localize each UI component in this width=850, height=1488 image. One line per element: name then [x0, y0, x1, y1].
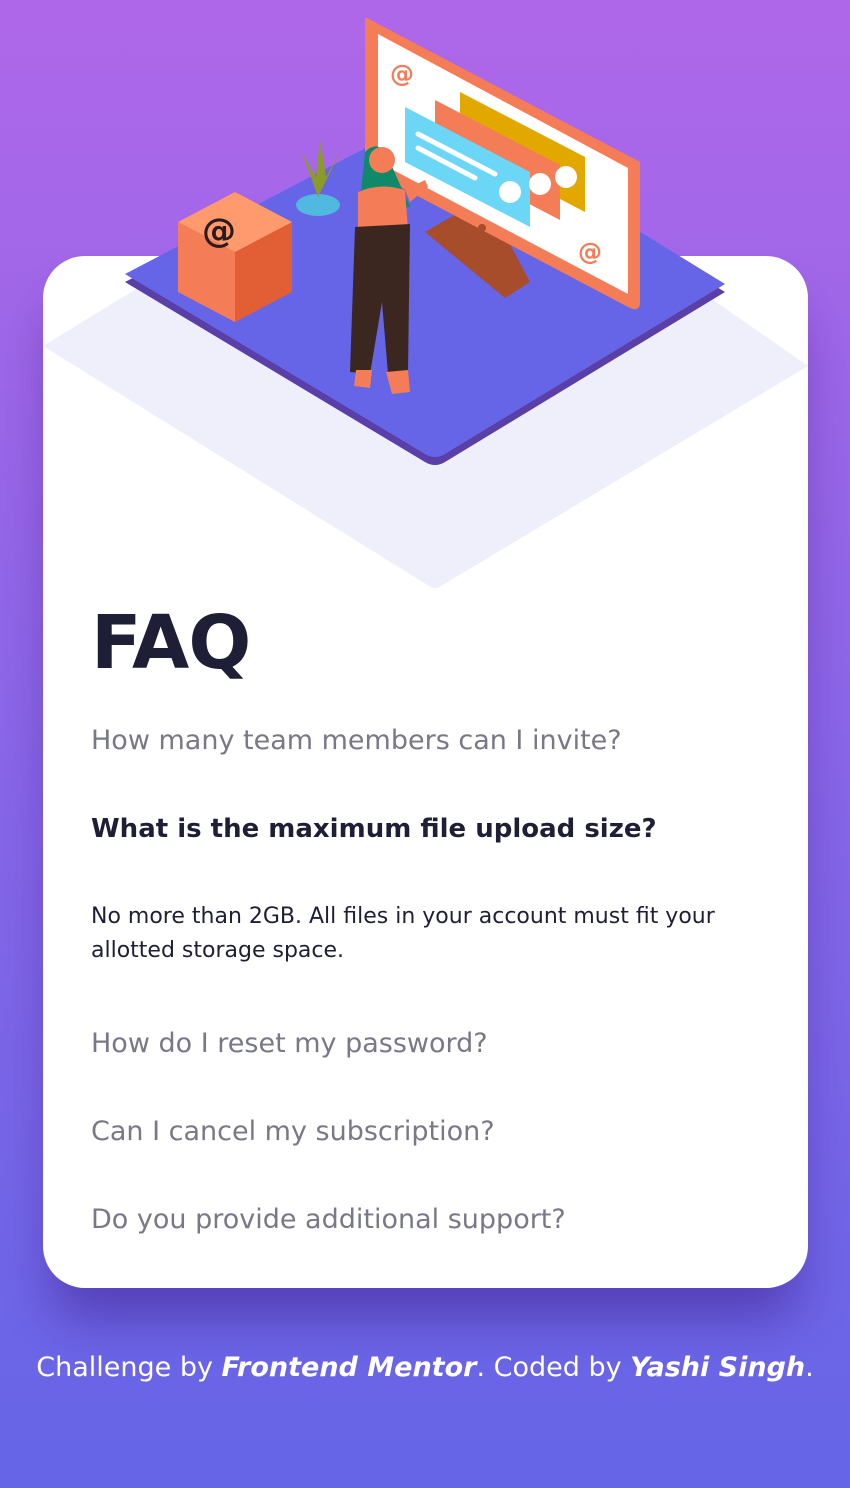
faq-question-team-members[interactable]: How many team members can I invite? — [91, 725, 771, 757]
woman-online-illustration: @ @ @ — [125, 17, 725, 465]
faq-answer-upload-size: No more than 2GB. All files in your acco… — [91, 904, 715, 963]
page-title: FAQ — [91, 600, 251, 686]
faq-question-additional-support[interactable]: Do you provide additional support? — [91, 1204, 771, 1236]
frontend-mentor-link[interactable]: Frontend Mentor — [222, 1352, 477, 1383]
attribution-middle: . Coded by — [476, 1352, 622, 1383]
faq-question-cancel-subscription[interactable]: Can I cancel my subscription? — [91, 1116, 771, 1148]
attribution: Challenge by Frontend Mentor. Coded by Y… — [0, 1352, 850, 1383]
faq-question-reset-password[interactable]: How do I reset my password? — [91, 1028, 771, 1060]
author-link[interactable]: Yashi Singh — [630, 1352, 805, 1383]
faq-question-upload-size[interactable]: What is the maximum file upload size? — [91, 814, 771, 845]
attribution-prefix: Challenge by — [36, 1352, 213, 1383]
attribution-suffix: . — [805, 1352, 814, 1383]
at-sign-icon: @ — [202, 211, 236, 251]
at-sign-icon: @ — [578, 238, 602, 266]
at-sign-icon: @ — [390, 60, 414, 88]
